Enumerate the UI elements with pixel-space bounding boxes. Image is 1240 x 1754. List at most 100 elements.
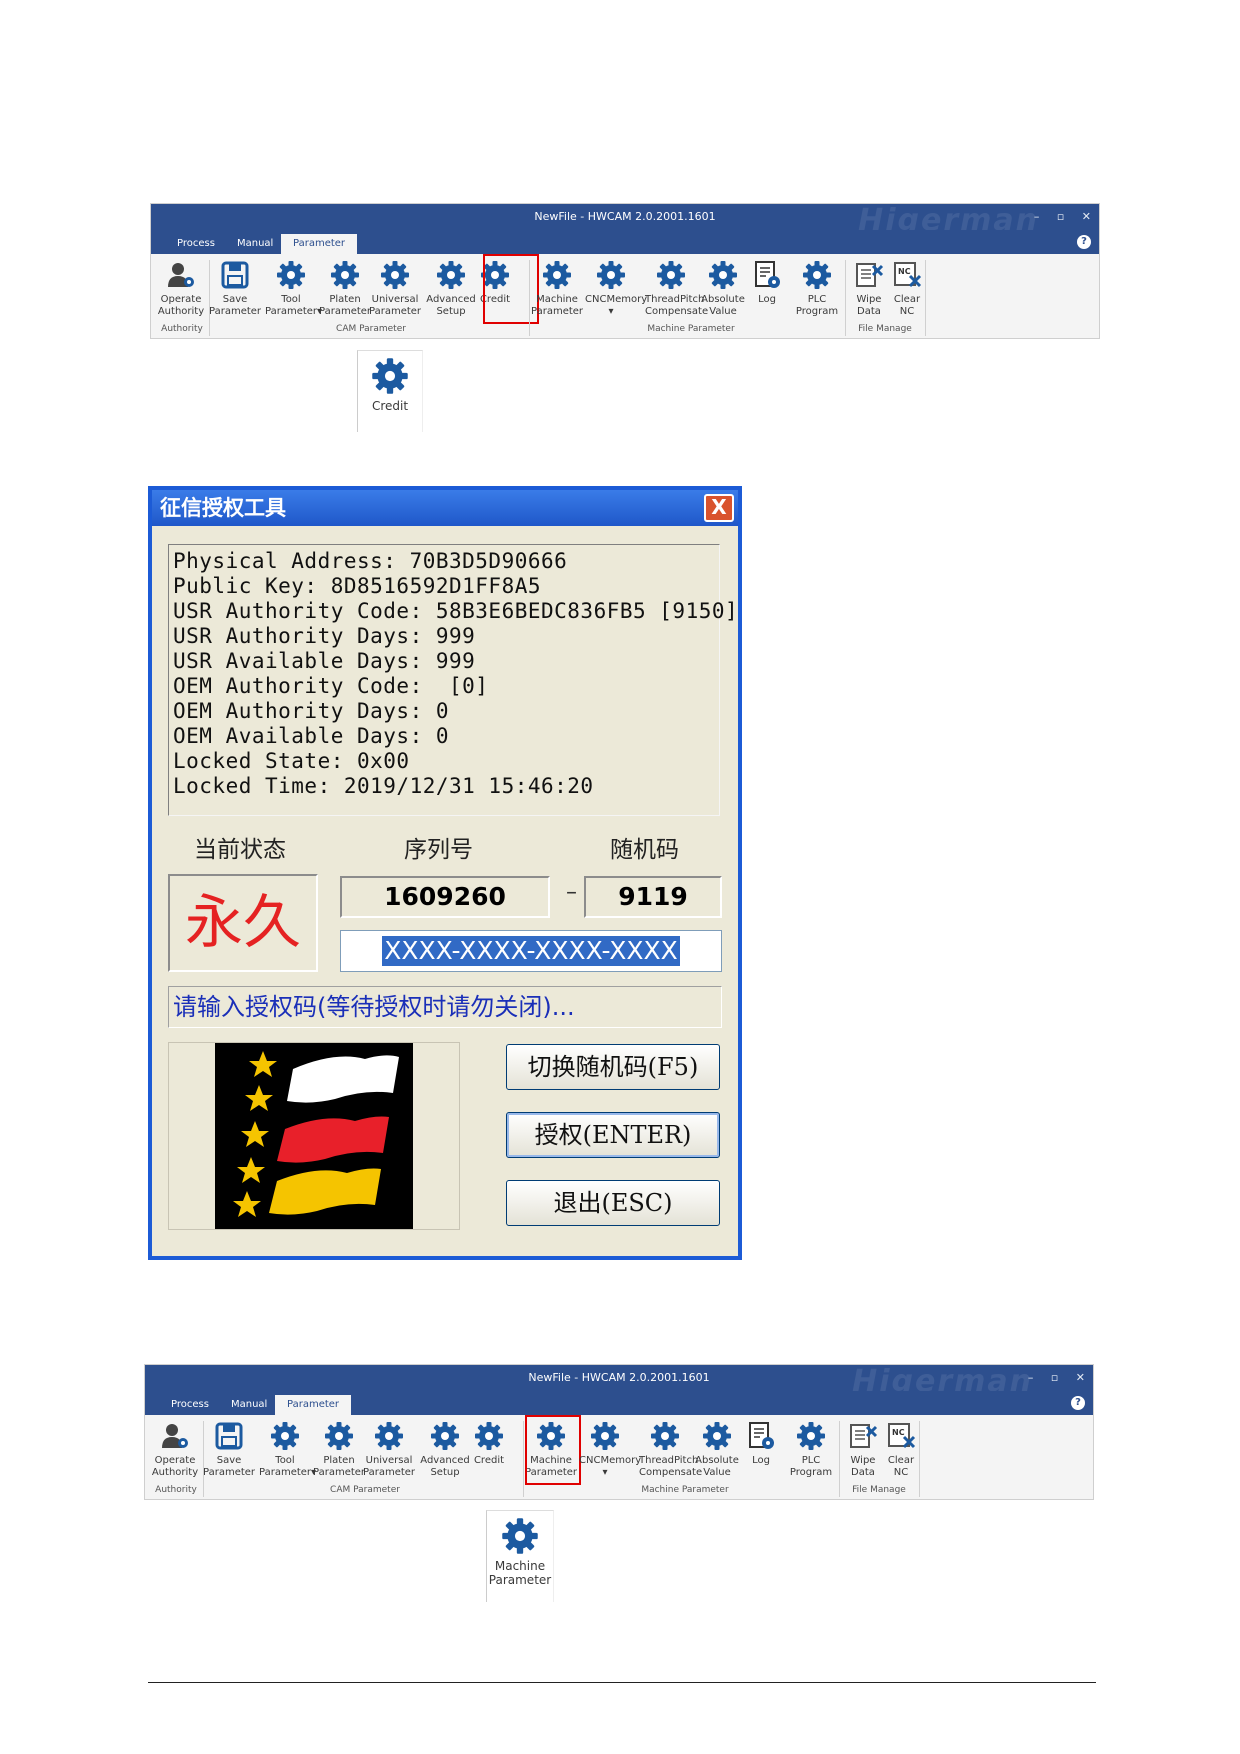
gear-icon — [380, 260, 410, 290]
window-title-bar: NewFile - HWCAM 2.0.2001.1601 Higerman –… — [145, 1365, 1093, 1397]
group-label-cam-parameter: CAM Parameter — [330, 1485, 400, 1495]
tab-process[interactable]: Process — [165, 234, 227, 254]
zoomed-credit-button: Credit — [357, 350, 423, 432]
button-label: Setup — [430, 1467, 460, 1478]
info-oem-authority-days: OEM Authority Days: 0 — [173, 699, 450, 723]
button-label: ▾ — [608, 306, 614, 317]
group-separator — [919, 1421, 920, 1497]
cnc-memory-button[interactable]: CNCMemory ▾ — [585, 260, 648, 318]
gear-icon — [371, 357, 409, 395]
help-icon[interactable]: ? — [1077, 235, 1091, 249]
gear-icon — [708, 260, 738, 290]
dialog-title: 征信授权工具 — [160, 495, 286, 520]
tab-process[interactable]: Process — [159, 1395, 221, 1415]
tab-manual[interactable]: Manual — [225, 234, 285, 254]
gear-icon — [330, 260, 360, 290]
exit-button[interactable]: 退出(ESC) — [506, 1180, 720, 1226]
restore-button[interactable]: ▫ — [1057, 210, 1064, 223]
button-label: Save — [216, 1455, 242, 1466]
credit-button[interactable]: Credit — [463, 1421, 515, 1467]
log-button[interactable]: Log — [735, 1421, 787, 1467]
zoomed-machine-label-2: Parameter — [488, 1573, 552, 1587]
button-label: Authority — [151, 1467, 199, 1478]
universal-parameter-button[interactable]: Universal Parameter — [369, 260, 421, 318]
ribbon-window-top: NewFile - HWCAM 2.0.2001.1601 Higerman –… — [150, 203, 1100, 339]
status-value: 永久 — [184, 888, 301, 956]
dialog-close-button[interactable]: X — [704, 494, 734, 522]
switch-random-code-button[interactable]: 切换随机码(F5) — [506, 1044, 720, 1090]
header-current-status: 当前状态 — [194, 837, 286, 863]
button-label: Save — [222, 294, 248, 305]
platen-parameter-button[interactable]: Platen Parameter — [319, 260, 371, 318]
machine-parameter-button[interactable]: Machine Parameter — [531, 260, 583, 318]
thread-pitch-compensate-button[interactable]: ThreadPitch Compensate — [639, 1421, 702, 1479]
footer-rule — [148, 1682, 1096, 1683]
gear-icon — [542, 260, 572, 290]
operate-authority-button[interactable]: Operate Authority — [155, 260, 207, 318]
close-button[interactable]: ✕ — [1076, 1371, 1085, 1384]
thread-pitch-compensate-button[interactable]: ThreadPitch Compensate — [645, 260, 709, 318]
button-label: PLC — [801, 1455, 821, 1466]
button-label: Parameter▾ — [265, 306, 323, 317]
info-usr-authority-code: USR Authority Code: 58B3E6BEDC836FB5 [91… — [173, 599, 739, 623]
tab-manual[interactable]: Manual — [219, 1395, 279, 1415]
button-label: Parameter — [531, 306, 584, 317]
button-label: Setup — [436, 306, 466, 317]
button-label: ThreadPitch — [645, 294, 705, 305]
platen-parameter-button[interactable]: Platen Parameter — [313, 1421, 365, 1479]
user-gear-icon — [160, 1421, 190, 1451]
info-usr-authority-days: USR Authority Days: 999 — [173, 624, 476, 648]
operate-authority-button[interactable]: Operate Authority — [149, 1421, 201, 1479]
tool-parameter-button[interactable]: Tool Parameter▾ — [265, 260, 323, 318]
license-info-panel: Physical Address: 70B3D5D90666 Public Ke… — [168, 544, 739, 816]
save-icon — [220, 260, 250, 290]
authorize-button[interactable]: 授权(ENTER) — [506, 1112, 720, 1158]
gear-icon — [501, 1517, 539, 1555]
plc-program-button[interactable]: PLC Program — [785, 1421, 837, 1479]
universal-parameter-button[interactable]: Universal Parameter — [363, 1421, 415, 1479]
authorization-code-value: XXXX-XXXX-XXXX-XXXX — [382, 936, 680, 966]
help-icon[interactable]: ? — [1071, 1396, 1085, 1410]
authorization-code-input[interactable]: XXXX-XXXX-XXXX-XXXX — [340, 930, 722, 972]
gear-icon — [474, 1421, 504, 1451]
cnc-memory-button[interactable]: CNCMemory ▾ — [579, 1421, 641, 1479]
button-label: CNCMemory — [585, 294, 648, 305]
minimize-button[interactable]: – — [1034, 210, 1040, 223]
plc-program-button[interactable]: PLC Program — [791, 260, 843, 318]
save-parameter-button[interactable]: Save Parameter — [209, 260, 261, 318]
tab-parameter[interactable]: Parameter — [281, 234, 358, 254]
higerman-logo — [215, 1043, 413, 1229]
group-label-authority: Authority — [155, 1485, 197, 1495]
dialog-title-bar: 征信授权工具 X — [152, 490, 738, 526]
gear-icon — [796, 1421, 826, 1451]
log-button[interactable]: Log — [741, 260, 793, 306]
restore-button[interactable]: ▫ — [1051, 1371, 1058, 1384]
serial-number-field: 1609260 — [340, 876, 550, 918]
gear-icon — [656, 260, 686, 290]
button-label: Value — [709, 306, 737, 317]
close-button[interactable]: ✕ — [1082, 210, 1091, 223]
button-label: ▾ — [602, 1467, 608, 1478]
button-label: Program — [795, 306, 839, 317]
zoomed-machine-label-1: Machine — [494, 1559, 546, 1573]
clear-nc-icon — [892, 260, 922, 290]
button-label: Compensate — [645, 306, 709, 317]
tab-parameter[interactable]: Parameter — [275, 1395, 352, 1415]
credit-authorization-dialog: 征信授权工具 X Physical Address: 70B3D5D90666 … — [148, 486, 742, 1260]
save-parameter-button[interactable]: Save Parameter — [203, 1421, 255, 1479]
gear-icon — [270, 1421, 300, 1451]
button-label: Parameter — [313, 1467, 366, 1478]
info-physical-address: Physical Address: 70B3D5D90666 — [173, 549, 568, 573]
header-serial-number: 序列号 — [404, 837, 473, 863]
button-label: Parameter — [319, 306, 372, 317]
window-title-bar: NewFile - HWCAM 2.0.2001.1601 Higerman –… — [151, 204, 1099, 236]
group-separator — [925, 260, 926, 336]
random-code-field: 9119 — [584, 876, 722, 918]
minimize-button[interactable]: – — [1028, 1371, 1034, 1384]
gear-icon — [650, 1421, 680, 1451]
tool-parameter-button[interactable]: Tool Parameter▾ — [259, 1421, 316, 1479]
gear-icon — [590, 1421, 620, 1451]
button-label: Platen — [323, 1455, 355, 1466]
save-icon — [214, 1421, 244, 1451]
button-label: Operate — [160, 294, 202, 305]
